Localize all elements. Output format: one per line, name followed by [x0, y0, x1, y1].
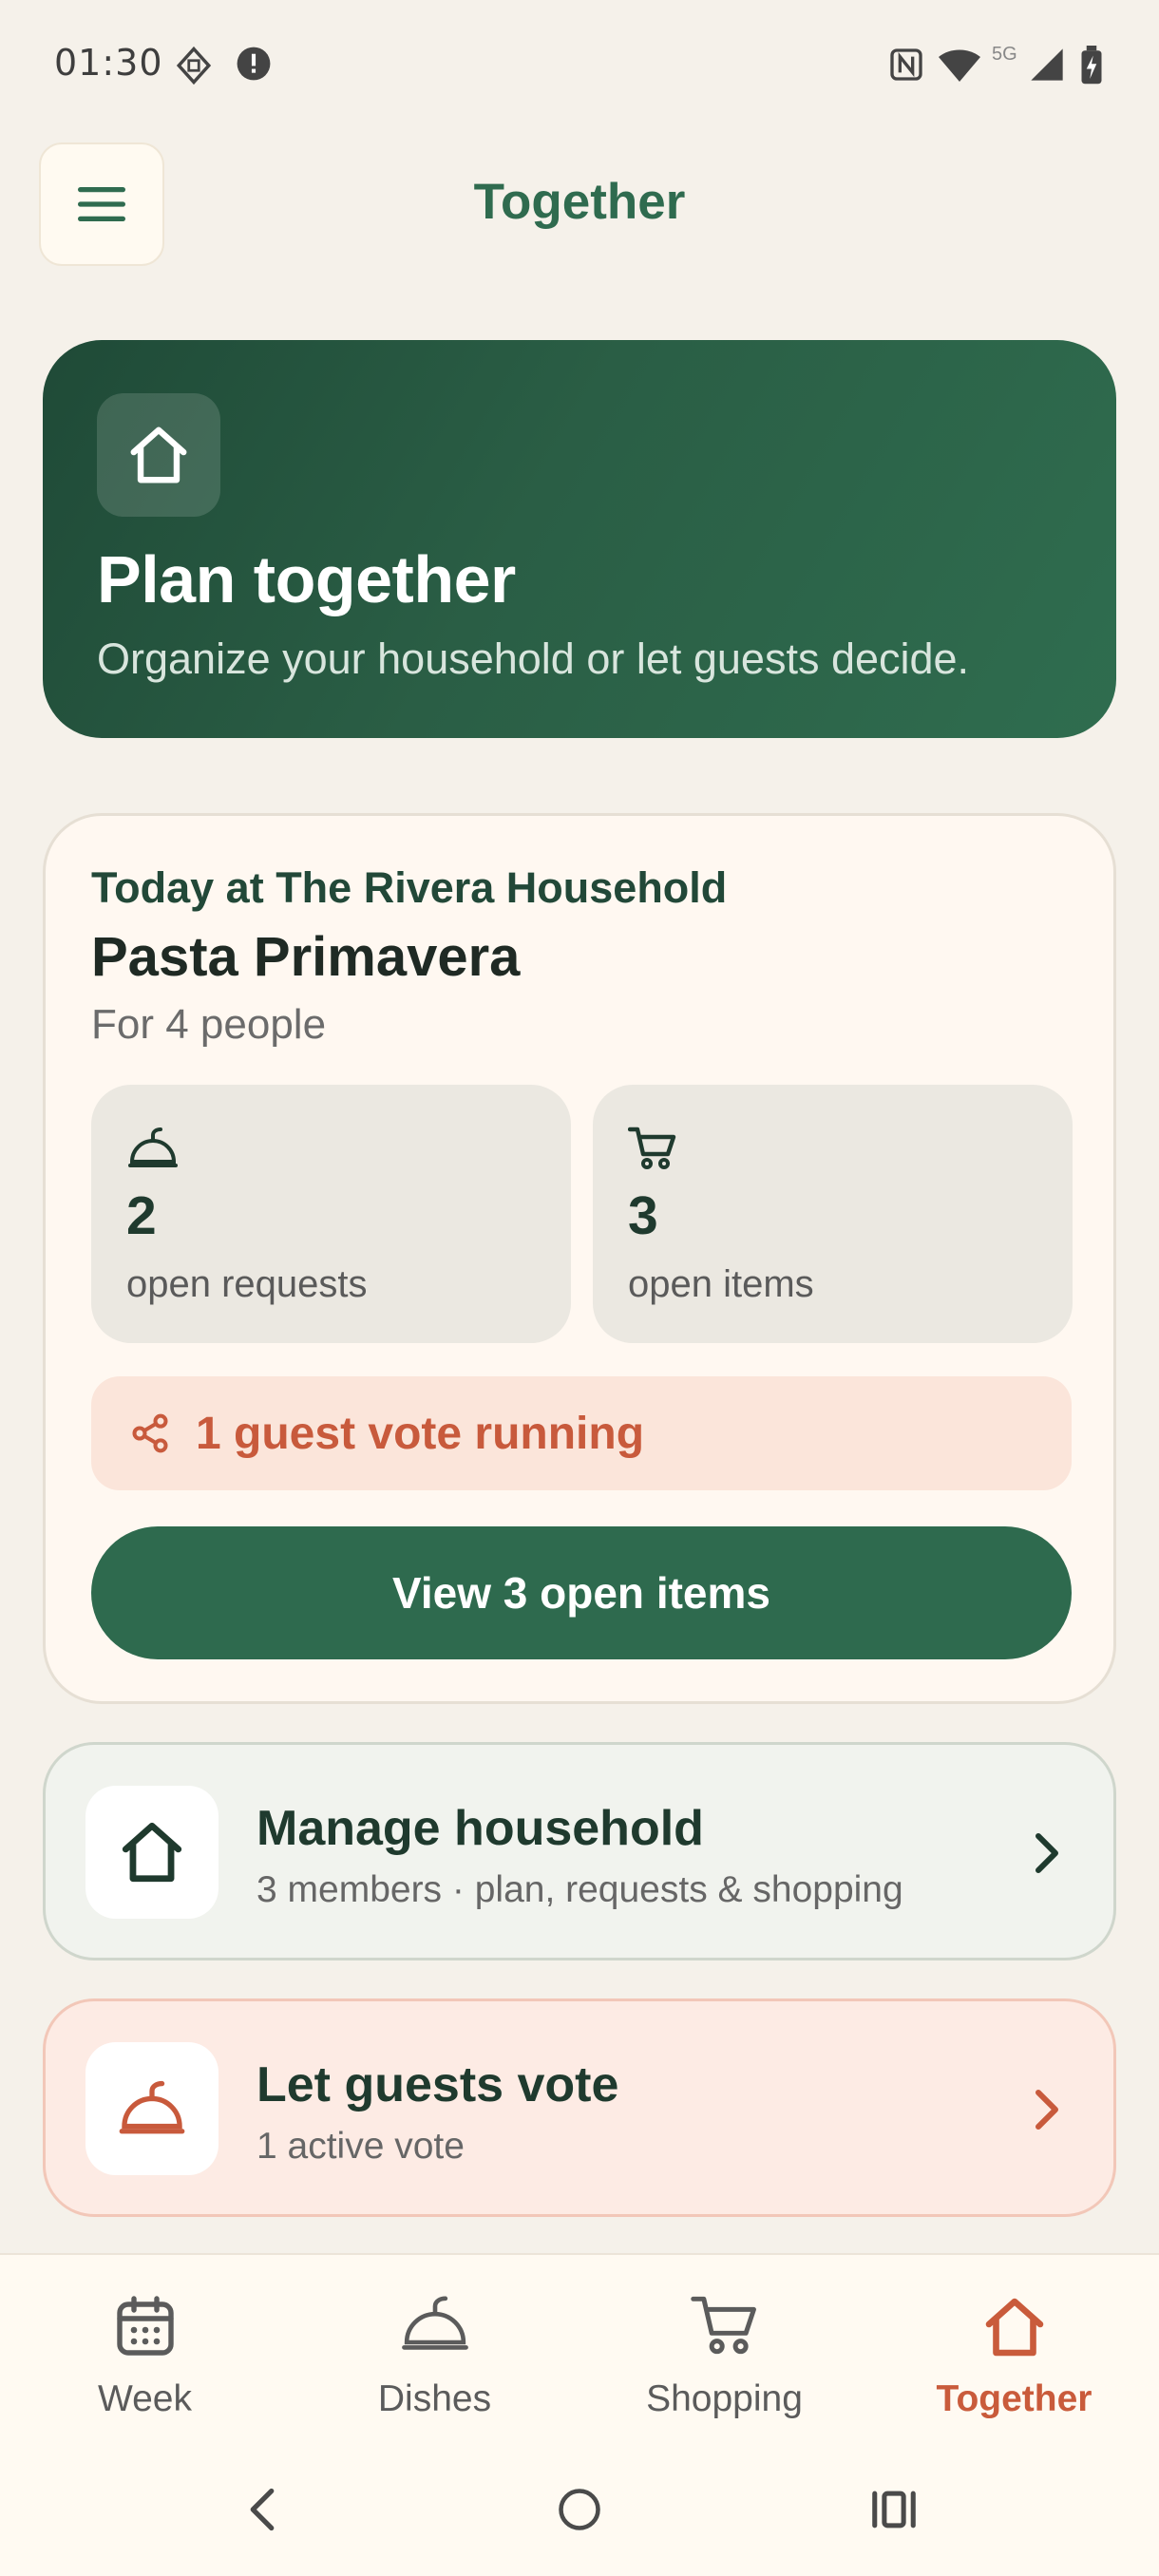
manage-household-card[interactable]: Manage household 3 members · plan, reque…: [43, 1742, 1116, 1960]
status-bar: 01:30 5G: [0, 0, 1159, 128]
cloche-icon: [126, 1126, 180, 1171]
open-requests-count: 2: [126, 1185, 157, 1246]
home-icon[interactable]: [555, 2483, 604, 2536]
hero-subtitle: Organize your household or let guests de…: [97, 635, 970, 683]
status-time: 01:30: [54, 42, 163, 84]
system-navigation: [0, 2443, 1159, 2576]
cloche-icon: [119, 2080, 185, 2134]
let-guests-vote-card[interactable]: Let guests vote 1 active vote: [43, 1998, 1116, 2217]
network-type: 5G: [992, 44, 1017, 65]
recents-icon[interactable]: [868, 2483, 920, 2536]
hero-title: Plan together: [97, 542, 516, 616]
alert-icon: [236, 46, 272, 82]
open-requests-stat[interactable]: 2 open requests: [91, 1085, 571, 1343]
open-items-label: open items: [628, 1263, 814, 1305]
today-people: For 4 people: [91, 1001, 327, 1048]
house-icon: [130, 426, 187, 483]
manage-household-title: Manage household: [256, 1801, 704, 1856]
chevron-right-icon: [1030, 2087, 1064, 2132]
cart-icon: [628, 1126, 677, 1171]
guests-icon-tile: [86, 2042, 218, 2175]
nav-label-together: Together: [936, 2378, 1092, 2419]
signal-icon: [1028, 46, 1066, 84]
manage-icon-tile: [86, 1786, 218, 1919]
nav-item-shopping[interactable]: Shopping: [580, 2255, 869, 2445]
nav-item-week[interactable]: Week: [0, 2255, 290, 2445]
open-items-stat[interactable]: 3 open items: [593, 1085, 1073, 1343]
nav-label-shopping: Shopping: [646, 2378, 803, 2419]
view-open-items-button[interactable]: View 3 open items: [91, 1526, 1072, 1659]
nav-item-together[interactable]: Together: [869, 2255, 1159, 2445]
house-icon: [122, 1822, 182, 1883]
app-notification-icon: [174, 46, 214, 85]
hero-banner: Plan together Organize your household or…: [43, 340, 1116, 738]
today-location: Today at The Rivera Household: [91, 863, 728, 912]
calendar-icon: [111, 2293, 180, 2361]
today-dish: Pasta Primavera: [91, 926, 521, 988]
nav-label-dishes: Dishes: [377, 2378, 492, 2419]
nav-label-week: Week: [98, 2378, 192, 2419]
wifi-icon: [937, 46, 982, 84]
battery-icon: [1079, 46, 1104, 85]
chevron-right-icon: [1030, 1830, 1064, 1876]
share-icon: [132, 1413, 168, 1453]
house-icon: [979, 2293, 1050, 2361]
open-requests-label: open requests: [126, 1263, 368, 1305]
let-guests-vote-subtitle: 1 active vote: [256, 2126, 465, 2167]
page-title: Together: [473, 174, 686, 230]
cart-icon: [690, 2293, 759, 2358]
cloche-icon: [399, 2293, 471, 2356]
bottom-navigation: Week Dishes Shopping Together: [0, 2253, 1159, 2443]
let-guests-vote-title: Let guests vote: [256, 2057, 619, 2112]
today-card: Today at The Rivera Household Pasta Prim…: [43, 813, 1116, 1704]
nav-item-dishes[interactable]: Dishes: [290, 2255, 580, 2445]
guest-vote-text: 1 guest vote running: [196, 1408, 645, 1459]
manage-household-subtitle: 3 members · plan, requests & shopping: [256, 1869, 903, 1910]
back-icon[interactable]: [238, 2483, 287, 2536]
guest-vote-banner[interactable]: 1 guest vote running: [91, 1376, 1072, 1490]
open-items-count: 3: [628, 1185, 658, 1246]
hero-icon-tile: [97, 393, 220, 517]
nfc-icon: [887, 46, 925, 84]
